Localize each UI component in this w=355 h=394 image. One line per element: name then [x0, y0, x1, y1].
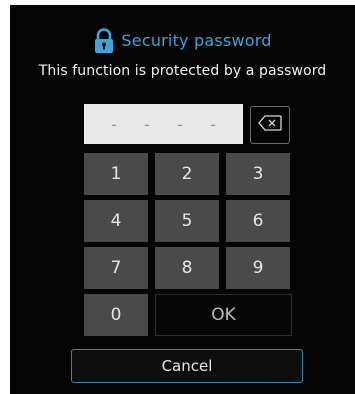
- dialog-title: Security password: [121, 30, 272, 50]
- key-7[interactable]: 7: [84, 247, 148, 289]
- key-2[interactable]: 2: [155, 153, 219, 195]
- key-0[interactable]: 0: [84, 294, 148, 336]
- password-field[interactable]: - - - -: [84, 104, 243, 144]
- key-5[interactable]: 5: [155, 200, 219, 242]
- cancel-button[interactable]: Cancel: [71, 349, 303, 383]
- key-1[interactable]: 1: [84, 153, 148, 195]
- key-9[interactable]: 9: [226, 247, 290, 289]
- backspace-button[interactable]: [250, 106, 290, 144]
- key-6[interactable]: 6: [226, 200, 290, 242]
- dialog-header: Security password: [10, 23, 355, 57]
- pin-digit-1: -: [111, 114, 117, 134]
- pin-digit-2: -: [144, 114, 150, 134]
- pin-digit-4: -: [210, 114, 216, 134]
- pin-digit-3: -: [177, 114, 183, 134]
- key-3[interactable]: 3: [226, 153, 290, 195]
- backspace-icon: [258, 115, 282, 135]
- key-8[interactable]: 8: [155, 247, 219, 289]
- key-4[interactable]: 4: [84, 200, 148, 242]
- ok-button[interactable]: OK: [155, 294, 292, 336]
- lock-icon: [93, 28, 115, 54]
- dialog-subtitle: This function is protected by a password: [38, 63, 327, 79]
- password-dialog: Security password This function is prote…: [10, 5, 355, 394]
